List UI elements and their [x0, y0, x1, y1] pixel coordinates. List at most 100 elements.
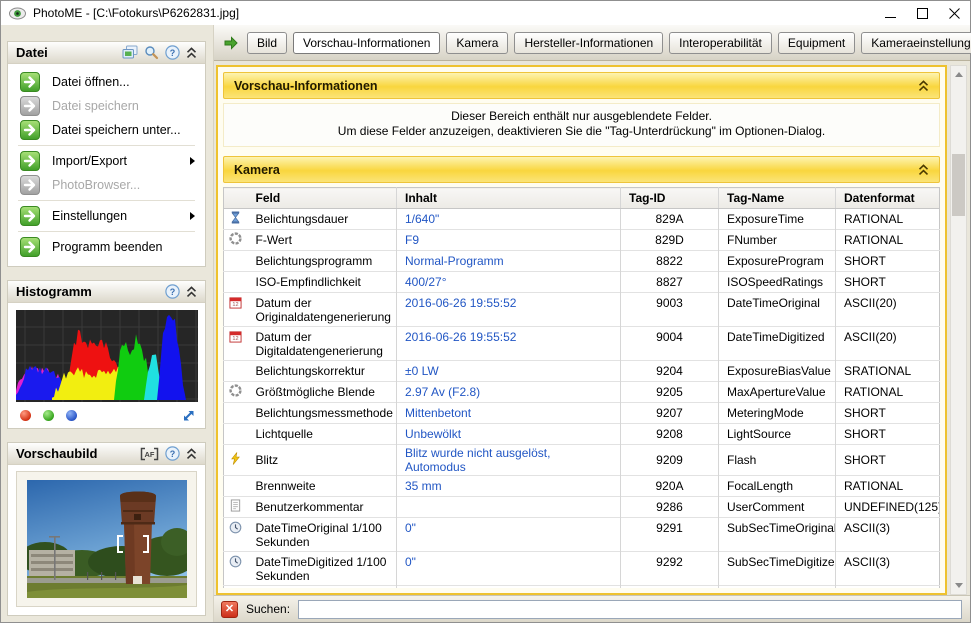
value-cell: Unbewölkt [396, 423, 621, 445]
blue-channel-button[interactable] [66, 409, 77, 421]
table-row[interactable]: Belichtungsdauer 1/640" 829A ExposureTime RA… [224, 208, 940, 230]
aperture-icon [223, 229, 248, 251]
tag-name-cell: Flash [718, 444, 836, 476]
table-row[interactable]: Blitz Blitz wurde nicht ausgelöst, Automo… [223, 444, 940, 476]
camera-table-body: Belichtungsdauer 1/640" 829A ExposureTime RA… [223, 208, 940, 588]
menu-item-datei-speichern[interactable]: Datei speichern [8, 94, 205, 118]
red-channel-button[interactable] [20, 409, 31, 421]
minimize-button[interactable] [874, 1, 906, 25]
tag-name-cell: UserComment [718, 496, 836, 518]
menu-item-label: Datei speichern unter... [52, 123, 181, 137]
menu-item-import-export[interactable]: Import/Export [8, 149, 205, 173]
format-cell: SHORT [835, 250, 940, 272]
menu-item-datei-speichern-unter[interactable]: Datei speichern unter... [8, 118, 205, 142]
field-cell: Belichtungskorrektur [247, 360, 397, 382]
menu-item-datei-öffnen[interactable]: Datei öffnen... [8, 70, 205, 94]
table-row[interactable]: DateTimeDigitized 1/100 Sekunden 0" 9292 Su… [223, 551, 940, 586]
table-row[interactable]: DateTimeOriginal 1/100 Sekunden 0" 9291 Sub… [223, 517, 940, 552]
scroll-down-button[interactable] [951, 577, 966, 594]
table-row[interactable]: Belichtungskorrektur ±0 LW 9204 ExposureBia… [223, 360, 940, 382]
value-cell: Normal-Programm [396, 250, 621, 272]
menu-item-einstellungen[interactable]: Einstellungen [8, 204, 205, 228]
menu-item-label: Einstellungen [52, 209, 128, 223]
tag-id-cell: 9286 [620, 496, 719, 518]
table-row[interactable]: ISO-Empfindlichkeit 400/27° 8827 ISOSpeedRa… [223, 271, 940, 293]
search-icon[interactable] [144, 45, 159, 60]
value-cell: 2016-06-26 19:55:52 [396, 292, 621, 327]
value-cell: 35 mm [396, 475, 621, 497]
value-cell: 1/640" [396, 208, 621, 230]
table-row[interactable]: 12 Datum der Digitaldatengenerierung 2016-… [223, 326, 940, 361]
section-header-camera[interactable]: Kamera [223, 156, 940, 183]
main-area: Bild Vorschau-Informationen Kamera Herstell… [214, 25, 971, 622]
hourglass-icon [224, 209, 248, 230]
tab-kameraeinstellungen[interactable]: Kameraeinstellungen [861, 31, 971, 54]
tab-interoperabilität[interactable]: Interoperabilität [669, 31, 772, 54]
af-area-icon[interactable]: AF [140, 447, 159, 461]
table-row[interactable]: FarbraumsRGBA001ColorSpaceSHORT [223, 585, 940, 588]
submenu-arrow-icon [190, 157, 195, 165]
scrollbar-thumb[interactable] [952, 154, 965, 216]
tab-vorschau-informationen[interactable]: Vorschau-Informationen [293, 31, 441, 54]
tab-kamera[interactable]: Kamera [446, 31, 509, 54]
help-icon[interactable]: ? [165, 284, 180, 299]
collapse-section-icon[interactable] [918, 79, 929, 92]
column-header-datenformat[interactable]: Datenformat [835, 187, 940, 209]
tag-name-cell: FocalLength [718, 475, 836, 497]
tag-id-cell: 8822 [620, 250, 719, 272]
maximize-button[interactable] [906, 1, 938, 25]
table-row[interactable]: 12 Datum der Originaldatengenerierung 2016… [223, 292, 940, 327]
close-search-icon[interactable]: ✕ [221, 600, 238, 618]
table-row[interactable]: Größtmögliche Blende 2.97 Av (F2.8) 9205 Ma… [223, 381, 940, 403]
help-icon[interactable]: ? [165, 45, 180, 60]
value-cell: sRGB [396, 585, 621, 588]
collapse-icon[interactable] [186, 447, 197, 460]
green-channel-button[interactable] [43, 409, 54, 421]
collapse-icon[interactable] [186, 46, 197, 59]
collapse-icon[interactable] [186, 285, 197, 298]
collapse-section-icon[interactable] [918, 163, 929, 176]
camera-table-wrap: Feld Inhalt Tag-ID Tag-Name Datenformat Beli… [223, 187, 940, 588]
scroll-up-button[interactable] [951, 66, 966, 83]
tag-id-cell: 8827 [620, 271, 719, 293]
tab-equipment[interactable]: Equipment [777, 31, 856, 54]
menu-item-label: Datei speichern [52, 99, 139, 113]
format-cell: UNDEFINED(125) [835, 496, 940, 518]
calendar-icon: 12 [223, 326, 248, 361]
table-row[interactable]: Brennweite 35 mm 920A FocalLength RATIONAL [223, 475, 940, 497]
tab-bild[interactable]: Bild [247, 31, 288, 54]
tag-id-cell: 9291 [620, 517, 719, 552]
photos-icon[interactable] [122, 45, 138, 60]
menu-item-label: Programm beenden [52, 240, 163, 254]
field-cell: Farbraum [247, 585, 397, 588]
column-header-inhalt[interactable]: Inhalt [396, 187, 621, 209]
column-header-tag-name[interactable]: Tag-Name [718, 187, 836, 209]
field-cell: Belichtungsdauer [255, 212, 349, 226]
tag-name-cell: ISOSpeedRatings [718, 271, 836, 293]
search-input[interactable] [298, 599, 962, 619]
table-row[interactable]: Belichtungsmessmethode Mittenbetont 9207 Me… [223, 402, 940, 424]
tab-hersteller-informationen[interactable]: Hersteller-Informationen [514, 31, 664, 54]
column-header-feld[interactable]: Feld [247, 187, 397, 209]
section-header-preview-info[interactable]: Vorschau-Informationen [223, 72, 940, 99]
resize-icon[interactable] [182, 409, 195, 422]
table-row[interactable]: Benutzerkommentar 9286 UserComment UNDEFINE… [223, 496, 940, 518]
table-row[interactable]: Lichtquelle Unbewölkt 9208 LightSource SHORT [223, 423, 940, 445]
field-cell: Blitz [247, 444, 397, 476]
menu-item-photobrowser[interactable]: PhotoBrowser... [8, 173, 205, 197]
message-line-2: Um diese Felder anzuzeigen, deaktivieren… [337, 124, 826, 138]
menu-item-programm-beenden[interactable]: Programm beenden [8, 235, 205, 259]
table-row[interactable]: Belichtungsprogramm Normal-Programm 8822 Ex… [223, 250, 940, 272]
column-header-tag-id[interactable]: Tag-ID [620, 187, 719, 209]
table-row[interactable]: F-Wert F9 829D FNumber RATIONAL [223, 229, 940, 251]
file-menu: Datei öffnen... Datei speichern Datei spei… [8, 64, 205, 266]
file-panel: Datei ? Datei öffnen... Datei speichern Da… [7, 41, 206, 267]
go-arrow-icon[interactable] [223, 35, 238, 50]
help-icon[interactable]: ? [165, 446, 180, 461]
window-title: PhotoME - [C:\Fotokurs\P6262831.jpg] [33, 6, 240, 20]
close-button[interactable] [938, 1, 970, 25]
tag-id-cell: 9004 [620, 326, 719, 361]
field-cell: Belichtungsprogramm [247, 250, 397, 272]
value-cell: F9 [396, 229, 621, 251]
vertical-scrollbar[interactable] [950, 65, 967, 595]
